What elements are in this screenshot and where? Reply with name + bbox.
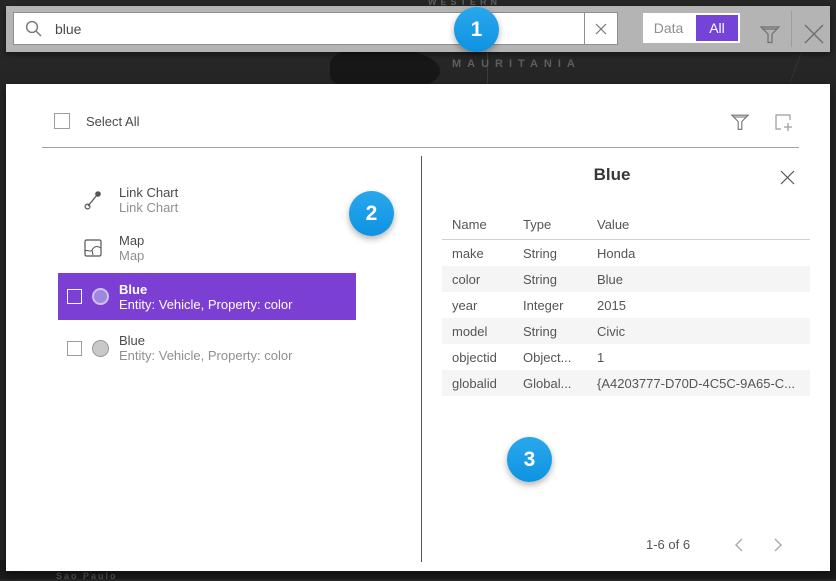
result-title: Blue — [119, 282, 292, 297]
cell-type: Object... — [523, 350, 597, 365]
cell-type: Integer — [523, 298, 597, 313]
cell-value: 1 — [597, 350, 800, 365]
cell-type: String — [523, 246, 597, 261]
cell-name: globalid — [452, 376, 523, 391]
close-icon — [780, 170, 795, 185]
list-item-text: Blue Entity: Vehicle, Property: color — [119, 282, 292, 312]
attribute-table: make String Honda color String Blue year… — [442, 240, 810, 396]
cell-name: model — [452, 324, 523, 339]
pagination-label: 1-6 of 6 — [646, 537, 690, 552]
detail-close-button[interactable] — [774, 164, 800, 190]
toolbar-divider — [791, 11, 792, 47]
panel-divider — [42, 147, 799, 148]
search-filter-button[interactable] — [755, 19, 785, 49]
scope-data-button[interactable]: Data — [645, 15, 692, 41]
result-title: Map — [119, 233, 144, 248]
map-icon — [83, 237, 103, 259]
cell-value: Honda — [597, 246, 800, 261]
callout-3: 3 — [507, 437, 552, 482]
close-icon — [803, 23, 825, 45]
add-to-selection-button[interactable] — [771, 110, 795, 134]
table-row: year Integer 2015 — [442, 292, 810, 318]
cell-type: String — [523, 324, 597, 339]
select-all-label: Select All — [86, 114, 139, 129]
column-value: Value — [597, 217, 800, 232]
table-row: objectid Object... 1 — [442, 344, 810, 370]
search-input[interactable]: blue — [13, 12, 585, 45]
callout-2: 2 — [349, 191, 394, 236]
list-item-blue[interactable]: Blue Entity: Vehicle, Property: color — [58, 324, 356, 372]
cell-value: 2015 — [597, 298, 800, 313]
list-item-link-chart[interactable]: Link Chart Link Chart — [58, 176, 356, 224]
result-subtitle: Link Chart — [119, 200, 178, 215]
detail-title: Blue — [421, 165, 803, 185]
list-item-text: Blue Entity: Vehicle, Property: color — [119, 333, 292, 363]
cell-value: {A4203777-D70D-4C5C-9A65-C... — [597, 376, 800, 391]
square-plus-icon — [773, 112, 793, 132]
close-search-button[interactable] — [798, 18, 830, 50]
cell-name: objectid — [452, 350, 523, 365]
cell-name: make — [452, 246, 523, 261]
map-border-line — [790, 53, 802, 83]
search-icon — [24, 19, 43, 38]
result-title: Blue — [119, 333, 292, 348]
callout-1: 1 — [454, 7, 499, 52]
list-item-text: Link Chart Link Chart — [119, 185, 178, 215]
list-item-blue-selected[interactable]: Blue Entity: Vehicle, Property: color — [58, 273, 356, 320]
result-subtitle: Map — [119, 248, 144, 263]
link-chart-icon — [83, 189, 103, 211]
table-row: model String Civic — [442, 318, 810, 344]
select-all-checkbox[interactable] — [54, 113, 70, 129]
search-results-panel: Select All Link Chart — [6, 84, 830, 571]
cell-name: color — [452, 272, 523, 287]
map-label-bottom: Sao Paulo — [56, 571, 118, 581]
scope-all-button[interactable]: All — [696, 15, 738, 41]
list-item-map[interactable]: Map Map — [58, 224, 356, 272]
funnel-icon — [759, 24, 781, 45]
table-row: globalid Global... {A4203777-D70D-4C5C-9… — [442, 370, 810, 396]
table-row: make String Honda — [442, 240, 810, 266]
entity-circle-icon — [92, 340, 109, 357]
result-checkbox[interactable] — [67, 341, 82, 356]
column-type: Type — [523, 217, 597, 232]
clear-search-icon — [595, 23, 607, 35]
cell-value: Civic — [597, 324, 800, 339]
result-checkbox[interactable] — [67, 289, 82, 304]
cell-name: year — [452, 298, 523, 313]
cell-value: Blue — [597, 272, 800, 287]
result-subtitle: Entity: Vehicle, Property: color — [119, 297, 292, 312]
attribute-table-header: Name Type Value — [442, 212, 810, 236]
list-detail-divider — [421, 156, 422, 562]
list-item-text: Map Map — [119, 233, 144, 263]
map-label-mauritania: MAURITANIA — [452, 58, 581, 70]
results-filter-button[interactable] — [728, 110, 752, 134]
result-title: Link Chart — [119, 185, 178, 200]
search-toolbar: blue Data All — [6, 6, 830, 52]
chevron-left-icon — [734, 538, 743, 552]
result-subtitle: Entity: Vehicle, Property: color — [119, 348, 292, 363]
page-prev-button[interactable] — [728, 536, 748, 554]
scope-toggle: Data All — [643, 13, 740, 43]
select-all-control[interactable]: Select All — [54, 113, 139, 129]
cell-type: Global... — [523, 376, 597, 391]
funnel-icon — [730, 112, 750, 132]
column-name: Name — [452, 217, 523, 232]
search-value: blue — [55, 21, 81, 37]
cell-type: String — [523, 272, 597, 287]
page-next-button[interactable] — [768, 536, 788, 554]
chevron-right-icon — [774, 538, 783, 552]
clear-search-button[interactable] — [584, 12, 618, 45]
pagination: 1-6 of 6 — [606, 536, 806, 554]
entity-circle-icon — [92, 288, 109, 305]
table-row: color String Blue — [442, 266, 810, 292]
